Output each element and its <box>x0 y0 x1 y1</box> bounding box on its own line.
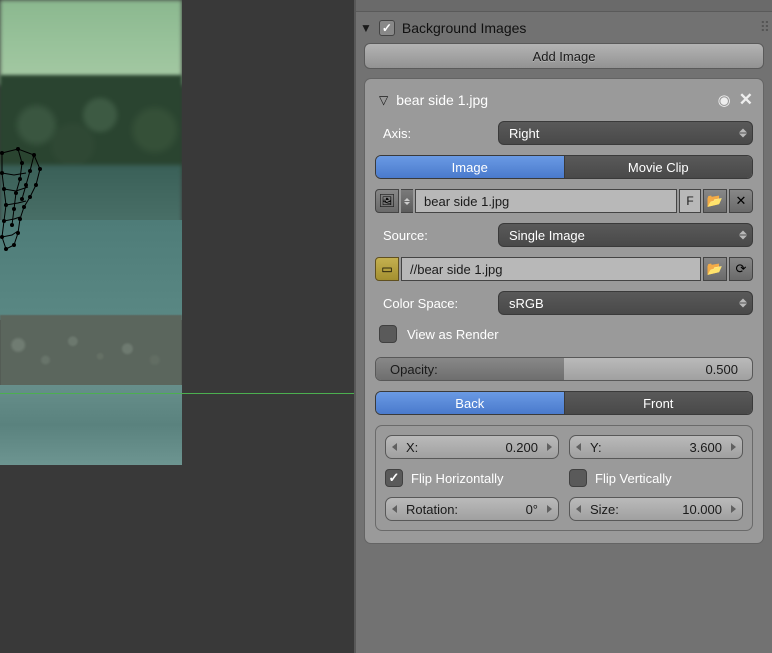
x-offset-field[interactable]: X: 0.200 <box>385 435 559 459</box>
filepath-field[interactable]: //bear side 1.jpg <box>401 257 701 281</box>
movie-clip-tab[interactable]: Movie Clip <box>565 156 753 178</box>
fake-user-button[interactable]: F <box>679 189 701 213</box>
image-datablock-row: 🖼 bear side 1.jpg F 📂 ✕ <box>375 189 753 213</box>
rotation-field[interactable]: Rotation: 0° <box>385 497 559 521</box>
drag-grip-icon[interactable]: ⠿ <box>760 19 768 36</box>
panel-header-background-images[interactable]: ▼ Background Images ⠿ <box>356 12 772 43</box>
properties-panel: ▼ Background Images ⠿ Add Image ▽ bear s… <box>354 0 772 653</box>
filepath-row: ▭ //bear side 1.jpg 📂 ⟳ <box>375 257 753 281</box>
flip-horizontal-label: Flip Horizontally <box>411 471 503 486</box>
browse-folder-icon[interactable]: 📂 <box>703 257 727 281</box>
source-type-toggle: Image Movie Clip <box>375 155 753 179</box>
collapse-icon[interactable]: ▽ <box>379 93 388 107</box>
view-as-render-checkbox[interactable] <box>379 325 397 343</box>
depth-toggle: Back Front <box>375 391 753 415</box>
axis-label: Axis: <box>375 126 491 141</box>
image-tab[interactable]: Image <box>376 156 565 178</box>
reload-icon[interactable]: ⟳ <box>729 257 753 281</box>
source-label: Source: <box>375 228 491 243</box>
front-button[interactable]: Front <box>565 392 753 414</box>
mesh-wireframe <box>0 145 45 255</box>
file-icon[interactable]: ▭ <box>375 257 399 281</box>
visibility-eye-icon[interactable]: ◉ <box>718 91 731 109</box>
flip-vertical-checkbox[interactable] <box>569 469 587 487</box>
size-field[interactable]: Size: 10.000 <box>569 497 743 521</box>
opacity-slider[interactable]: Opacity: 0.500 <box>375 357 753 381</box>
expand-icon: ▼ <box>360 21 372 35</box>
image-browse-icon[interactable]: 🖼 <box>375 189 399 213</box>
flip-vertical-label: Flip Vertically <box>595 471 672 486</box>
flip-horizontal-checkbox[interactable] <box>385 469 403 487</box>
horizon-line <box>0 393 354 394</box>
image-name: bear side 1.jpg <box>396 92 709 108</box>
panel-title: Background Images <box>402 20 753 36</box>
unlink-x-icon[interactable]: ✕ <box>729 189 753 213</box>
image-entry-card: ▽ bear side 1.jpg ◉ ✕ Axis: Right Image … <box>364 78 764 544</box>
open-file-icon[interactable]: 📂 <box>703 189 727 213</box>
back-button[interactable]: Back <box>376 392 565 414</box>
viewport-3d[interactable] <box>0 0 354 653</box>
y-offset-field[interactable]: Y: 3.600 <box>569 435 743 459</box>
datablock-name-field[interactable]: bear side 1.jpg <box>415 189 677 213</box>
view-as-render-label: View as Render <box>407 327 499 342</box>
colorspace-dropdown[interactable]: sRGB <box>498 291 753 315</box>
remove-x-icon[interactable]: ✕ <box>739 90 753 110</box>
transform-grid: X: 0.200 Y: 3.600 Flip Horizontally <box>375 425 753 531</box>
axis-dropdown[interactable]: Right <box>498 121 753 145</box>
colorspace-label: Color Space: <box>375 296 491 311</box>
enable-checkbox[interactable] <box>379 20 395 36</box>
source-dropdown[interactable]: Single Image <box>498 223 753 247</box>
datablock-selector-icon[interactable] <box>401 189 413 213</box>
add-image-button[interactable]: Add Image <box>364 43 764 69</box>
